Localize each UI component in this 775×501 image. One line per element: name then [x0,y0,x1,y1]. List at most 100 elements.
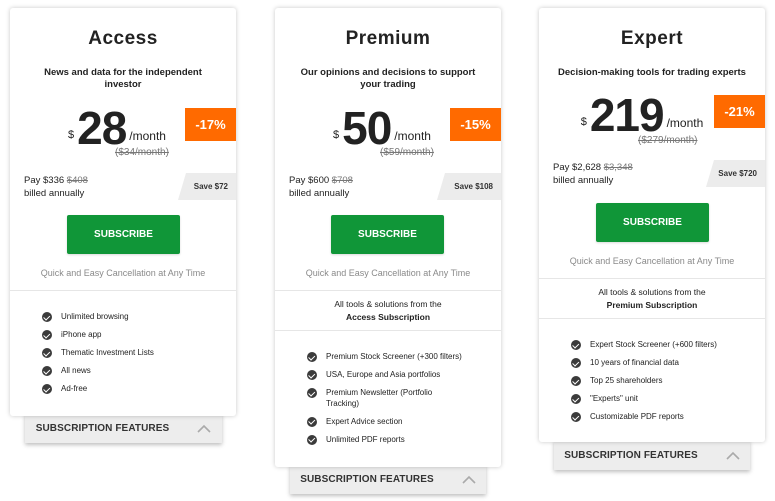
old-price: ($34/month) [115,147,169,158]
plan-title: Access [88,28,158,49]
plan-title: Premium [345,28,431,49]
feature-item: Thematic Investment Lists [42,348,154,359]
feature-item: Expert Stock Screener (+600 filters) [571,340,717,351]
cancellation-note: Quick and Easy Cancellation at Any Time [305,268,471,278]
feature-item: USA, Europe and Asia portfolios [307,370,477,381]
check-circle-icon [307,370,317,380]
premium-features-tab[interactable]: SUBSCRIPTION FEATURES [290,464,486,494]
feature-list: Premium Stock Screener (+300 filters) US… [307,352,477,453]
save-badge: Save $720 [706,160,765,187]
annual-old-price: $408 [66,175,88,186]
divider [10,290,236,291]
currency-symbol: $ [333,129,340,141]
feature-item: Expert Advice section [307,416,477,428]
plan-card-premium: Premium Our opinions and decisions to su… [275,8,501,467]
annual-billing: Pay $2,628 $3,348 billed annually [553,161,633,187]
check-circle-icon [42,348,52,358]
included-tier-name: Premium Subscription [606,299,698,310]
feature-item: "Experts" unit [571,394,717,405]
feature-text: Ad-free [61,384,88,393]
check-circle-icon [42,384,52,394]
plan-title: Expert [620,28,684,49]
check-circle-icon [42,312,52,322]
cancellation-note: Quick and Easy Cancellation at Any Time [569,256,735,266]
save-badge: Save $108 [437,173,501,200]
annual-old-price: $3,348 [603,162,633,173]
feature-list: Expert Stock Screener (+600 filters) 10 … [571,340,717,430]
feature-text: 10 years of financial data [590,358,679,367]
included-tier-note: All tools & solutions from the Premium S… [539,286,765,311]
cancellation-note: Quick and Easy Cancellation at Any Time [40,268,206,278]
check-circle-icon [571,394,581,404]
divider [275,330,501,331]
check-circle-icon [307,388,317,398]
feature-text: Top 25 shareholders [590,376,663,385]
included-note-text: All tools & solutions from the [598,287,706,297]
check-circle-icon [571,358,581,368]
annual-billing: Pay $600 $708 billed annually [289,174,353,200]
check-circle-icon [571,412,581,422]
access-features-tab[interactable]: SUBSCRIPTION FEATURES [25,413,222,443]
subscribe-button[interactable]: SUBSCRIBE [67,215,180,254]
price-period: /month [666,116,704,130]
feature-text: Expert Advice section [326,416,403,426]
features-tab-label: SUBSCRIPTION FEATURES [35,422,170,434]
billed-annually: billed annually [24,188,85,199]
feature-item: Customizable PDF reports [571,412,717,423]
included-tier-name: Access Subscription [345,311,431,322]
plan-card-expert: Expert Decision-making tools for trading… [539,8,765,442]
annual-price: Pay $600 [289,175,330,186]
feature-text: All news [61,366,91,375]
old-price: ($279/month) [638,135,698,146]
feature-text: USA, Europe and Asia portfolios [326,370,441,379]
chevron-up-icon [197,424,211,433]
currency-symbol: $ [580,116,587,128]
price-amount: 28 [77,102,127,154]
feature-item: Unlimited browsing [42,312,154,323]
feature-text: Thematic Investment Lists [61,348,154,357]
check-circle-icon [307,352,317,362]
feature-item: iPhone app [42,330,154,341]
feature-item: Premium Newsletter (Portfolio Tracking) [307,388,477,409]
price-amount: 50 [342,102,392,154]
annual-price: Pay $2,628 [553,162,602,173]
billed-annually: billed annually [553,175,614,186]
feature-item: Ad-free [42,384,154,395]
billed-annually: billed annually [289,188,350,199]
feature-text: Unlimited browsing [61,312,129,321]
feature-text: Premium Stock Screener (+300 filters) [326,352,462,361]
divider [539,318,765,319]
feature-item: Premium Stock Screener (+300 filters) [307,352,477,363]
feature-item: Top 25 shareholders [571,376,717,387]
price-amount: 219 [589,89,665,141]
check-circle-icon [571,376,581,386]
divider [275,290,501,291]
feature-text: Customizable PDF reports [590,412,684,421]
feature-text: Unlimited PDF reports [326,434,405,444]
price-period: /month [129,129,166,143]
subscribe-button[interactable]: SUBSCRIBE [596,203,709,242]
feature-item: 10 years of financial data [571,358,717,369]
plan-card-access: Access News and data for the independent… [10,8,236,416]
save-badge: Save $72 [178,173,236,200]
discount-badge: -21% [714,95,765,128]
price-period: /month [394,129,431,143]
feature-list: Unlimited browsing iPhone app Thematic I… [42,312,154,402]
expert-features-tab[interactable]: SUBSCRIPTION FEATURES [554,440,750,470]
included-note-text: All tools & solutions from the [334,299,442,309]
features-tab-label: SUBSCRIPTION FEATURES [300,473,434,485]
plan-description: News and data for the independent invest… [44,67,202,90]
features-tab-label: SUBSCRIPTION FEATURES [564,449,698,461]
feature-item: Unlimited PDF reports [307,434,477,446]
old-price: ($59/month) [380,147,434,158]
plan-description: Our opinions and decisions to support yo… [300,67,476,90]
discount-badge: -15% [450,108,501,141]
subscribe-button[interactable]: SUBSCRIBE [331,215,444,254]
annual-price: Pay $336 [24,175,65,186]
check-circle-icon [307,416,317,427]
included-tier-note: All tools & solutions from the Access Su… [275,298,501,323]
check-circle-icon [307,434,317,445]
feature-text: iPhone app [61,330,102,339]
feature-text: Premium Newsletter (Portfolio Tracking) [326,388,433,408]
feature-text: "Experts" unit [590,394,638,403]
